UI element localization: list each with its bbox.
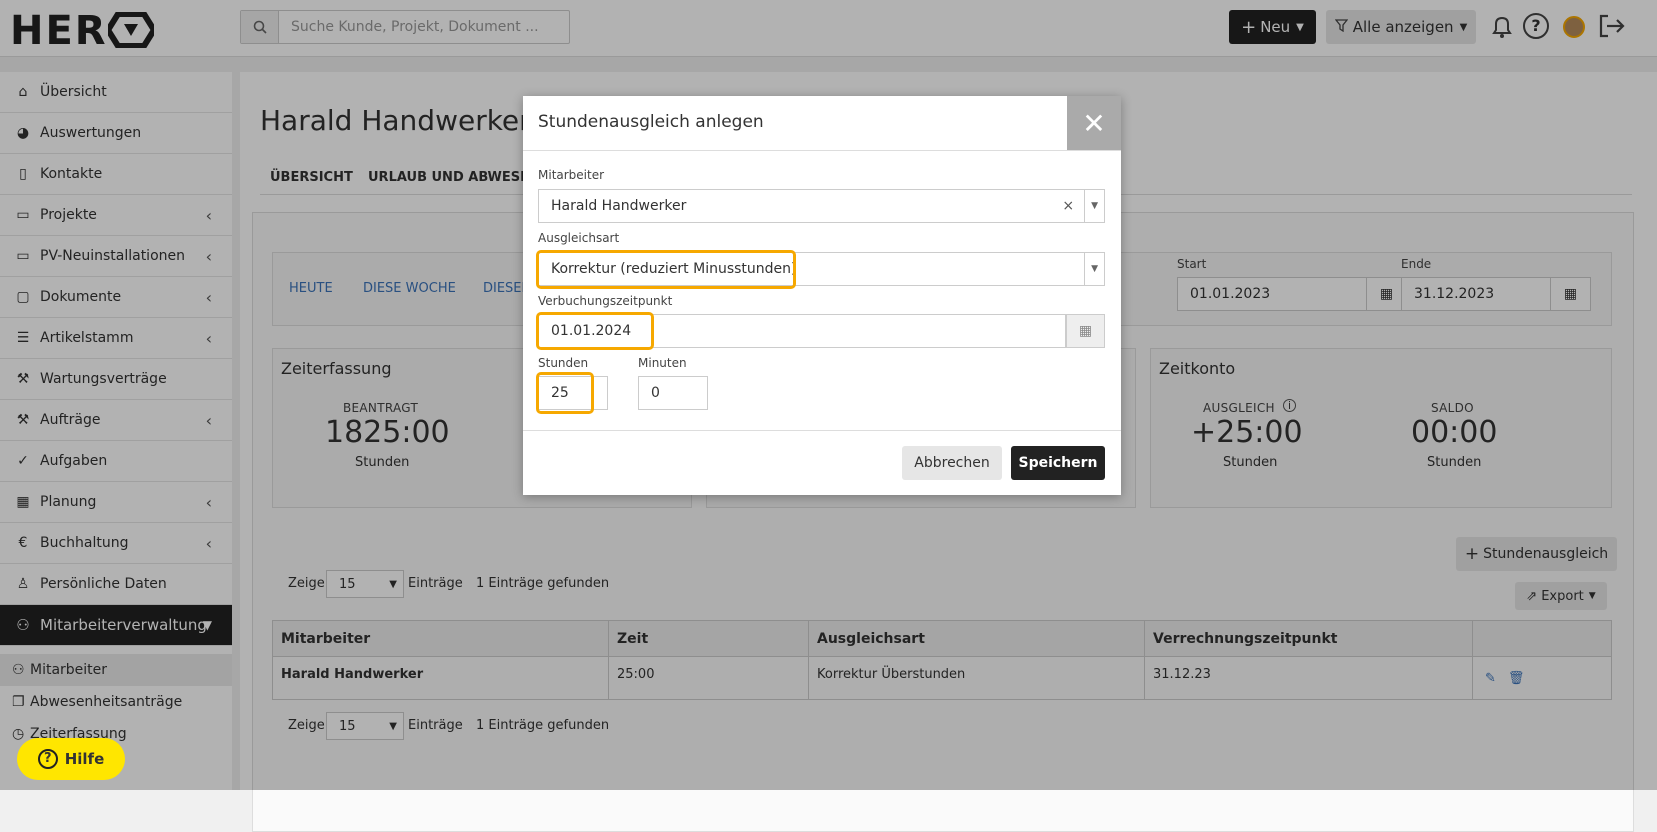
highlight-ausgleichsart	[536, 250, 796, 289]
help-button[interactable]: ? Hilfe	[17, 738, 125, 780]
cancel-label: Abbrechen	[914, 455, 990, 471]
chevron-down-icon: ▼	[1084, 190, 1104, 222]
minuten-input[interactable]: 0	[638, 376, 708, 410]
close-button[interactable]: ✕	[1067, 96, 1121, 150]
mitarbeiter-select[interactable]: Harald Handwerker × ▼	[538, 189, 1105, 223]
save-label: Speichern	[1018, 455, 1098, 471]
chevron-down-icon: ▼	[1084, 253, 1104, 285]
zeitpunkt-label: Verbuchungszeitpunkt	[538, 294, 673, 308]
modal-title: Stundenausgleich anlegen	[538, 112, 764, 132]
modal-header-divider	[523, 150, 1121, 151]
stundenausgleich-modal: Stundenausgleich anlegen ✕ Mitarbeiter H…	[523, 96, 1121, 495]
calendar-icon[interactable]: ▦	[1066, 314, 1105, 348]
help-icon: ?	[37, 749, 58, 769]
close-icon: ✕	[1082, 106, 1106, 140]
minuten-value: 0	[651, 385, 660, 401]
save-button[interactable]: Speichern	[1011, 446, 1105, 480]
highlight-stunden	[536, 372, 594, 414]
stunden-label: Stunden	[538, 356, 589, 370]
minuten-label: Minuten	[638, 356, 687, 370]
mitarbeiter-value: Harald Handwerker	[551, 198, 687, 214]
clear-icon[interactable]: ×	[1062, 198, 1074, 214]
modal-footer-divider	[523, 430, 1121, 431]
help-label: Hilfe	[64, 750, 105, 768]
cancel-button[interactable]: Abbrechen	[902, 446, 1002, 480]
ausgleichsart-label: Ausgleichsart	[538, 231, 620, 245]
mitarbeiter-label: Mitarbeiter	[538, 168, 605, 182]
highlight-zeitpunkt	[536, 312, 654, 350]
